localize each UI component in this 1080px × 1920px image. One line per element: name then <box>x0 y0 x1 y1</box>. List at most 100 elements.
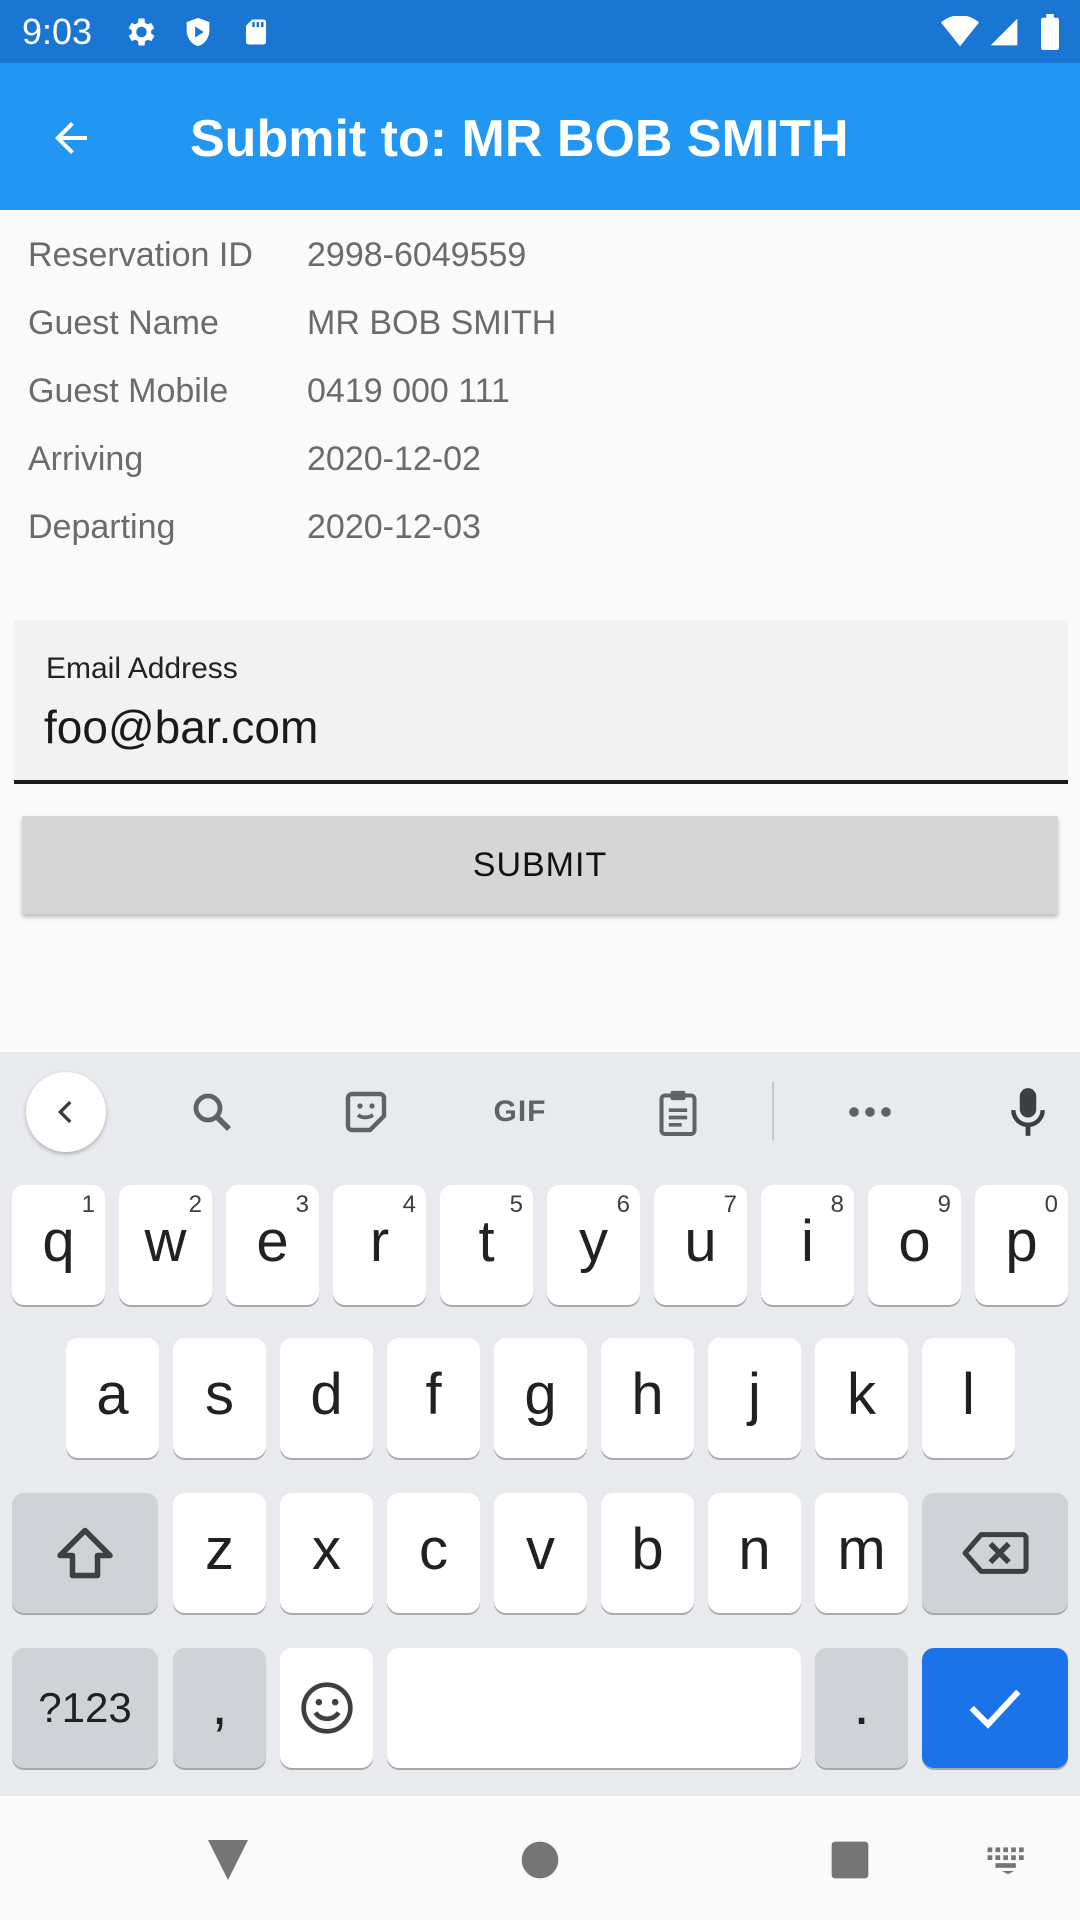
key-g[interactable]: g <box>494 1338 587 1458</box>
key-t[interactable]: 5t <box>440 1185 533 1305</box>
key-k[interactable]: k <box>815 1338 908 1458</box>
emoji-icon <box>300 1682 353 1734</box>
key-w[interactable]: 2w <box>119 1185 212 1305</box>
signal-icon <box>984 12 1024 52</box>
key-v[interactable]: v <box>494 1493 587 1613</box>
backspace-icon <box>962 1532 1029 1574</box>
key-label: s <box>205 1362 234 1427</box>
key-hint: 5 <box>509 1191 523 1218</box>
sticker-icon[interactable] <box>326 1074 406 1150</box>
detail-value: 2998-6049559 <box>307 236 527 274</box>
key-e[interactable]: 3e <box>226 1185 319 1305</box>
key-b[interactable]: b <box>601 1493 694 1613</box>
detail-label: Arriving <box>28 440 144 478</box>
space-key[interactable] <box>387 1648 801 1768</box>
key-label: o <box>898 1209 931 1274</box>
detail-row-departing: Departing 2020-12-03 <box>0 494 1080 562</box>
key-d[interactable]: d <box>280 1338 373 1458</box>
key-l[interactable]: l <box>922 1338 1015 1458</box>
key-p[interactable]: 0p <box>975 1185 1068 1305</box>
period-key[interactable]: . <box>815 1648 908 1768</box>
emoji-key[interactable] <box>280 1648 373 1768</box>
key-hint: 6 <box>616 1191 630 1218</box>
shift-key[interactable] <box>12 1493 158 1613</box>
submit-button[interactable]: SUBMIT <box>22 816 1058 914</box>
key-c[interactable]: c <box>387 1493 480 1613</box>
key-f[interactable]: f <box>387 1338 480 1458</box>
symbols-key[interactable]: ?123 <box>12 1648 158 1768</box>
detail-value: MR BOB SMITH <box>307 304 557 342</box>
keyboard-switch-icon[interactable] <box>978 1830 1038 1890</box>
key-y[interactable]: 6y <box>547 1185 640 1305</box>
key-j[interactable]: j <box>708 1338 801 1458</box>
key-hint: 4 <box>402 1191 416 1218</box>
comma-key[interactable]: , <box>173 1648 266 1768</box>
key-s[interactable]: s <box>173 1338 266 1458</box>
key-hint: 2 <box>188 1191 202 1218</box>
shift-icon <box>57 1527 113 1579</box>
settings-icon <box>120 12 160 52</box>
key-label: r <box>369 1209 390 1274</box>
key-label: q <box>42 1209 75 1274</box>
key-a[interactable]: a <box>66 1338 159 1458</box>
key-q[interactable]: 1q <box>12 1185 105 1305</box>
key-hint: 8 <box>830 1191 844 1218</box>
battery-icon <box>1030 12 1070 52</box>
key-o[interactable]: 9o <box>868 1185 961 1305</box>
chevron-left-icon[interactable] <box>26 1072 106 1152</box>
key-label: m <box>837 1517 886 1582</box>
wifi-icon <box>940 12 980 52</box>
key-label: d <box>310 1362 343 1427</box>
detail-label: Reservation ID <box>28 236 253 274</box>
email-field[interactable] <box>44 696 1024 758</box>
key-label: y <box>579 1209 608 1274</box>
key-label: k <box>847 1362 876 1427</box>
key-hint: 7 <box>723 1191 737 1218</box>
key-hint: 9 <box>937 1191 951 1218</box>
soft-keyboard: GIF 1q 2w 3e 4r 5t 6y 7u 8i 9o 0p a s d … <box>0 1052 1080 1796</box>
key-m[interactable]: m <box>815 1493 908 1613</box>
key-label: v <box>526 1517 555 1582</box>
key-h[interactable]: h <box>601 1338 694 1458</box>
app-bar: Submit to: MR BOB SMITH <box>0 63 1080 210</box>
recents-square-icon[interactable] <box>820 1830 880 1890</box>
key-u[interactable]: 7u <box>654 1185 747 1305</box>
clipboard-icon[interactable] <box>638 1074 718 1150</box>
key-label: z <box>205 1517 234 1582</box>
key-label: g <box>524 1362 557 1427</box>
arrow-back-icon[interactable] <box>36 103 106 173</box>
key-label: f <box>425 1362 442 1427</box>
back-triangle-icon[interactable] <box>198 1830 258 1890</box>
mic-icon[interactable] <box>988 1074 1068 1150</box>
detail-value: 2020-12-03 <box>307 508 481 546</box>
toolbar-divider <box>772 1082 774 1140</box>
key-label: ?123 <box>38 1684 132 1731</box>
more-icon[interactable] <box>830 1074 910 1150</box>
detail-row-guest-name: Guest Name MR BOB SMITH <box>0 290 1080 358</box>
key-label: u <box>684 1209 717 1274</box>
gif-icon[interactable]: GIF <box>480 1074 560 1150</box>
key-label: i <box>801 1209 814 1274</box>
home-circle-icon[interactable] <box>510 1830 570 1890</box>
key-label: p <box>1005 1209 1038 1274</box>
detail-row-arriving: Arriving 2020-12-02 <box>0 426 1080 494</box>
key-label: x <box>312 1517 341 1582</box>
detail-row-reservation-id: Reservation ID 2998-6049559 <box>0 222 1080 290</box>
backspace-key[interactable] <box>922 1493 1068 1613</box>
key-z[interactable]: z <box>173 1493 266 1613</box>
key-x[interactable]: x <box>280 1493 373 1613</box>
email-field-container[interactable]: Email Address <box>14 620 1068 784</box>
done-key[interactable] <box>922 1648 1068 1768</box>
detail-value: 2020-12-02 <box>307 440 481 478</box>
key-i[interactable]: 8i <box>761 1185 854 1305</box>
key-hint: 3 <box>295 1191 309 1218</box>
key-n[interactable]: n <box>708 1493 801 1613</box>
key-label: a <box>96 1362 129 1427</box>
key-label: h <box>631 1362 664 1427</box>
key-label: n <box>738 1517 771 1582</box>
key-r[interactable]: 4r <box>333 1185 426 1305</box>
sd-card-icon <box>236 12 276 52</box>
search-icon[interactable] <box>172 1074 252 1150</box>
email-field-label: Email Address <box>46 652 238 685</box>
key-label: b <box>631 1517 664 1582</box>
